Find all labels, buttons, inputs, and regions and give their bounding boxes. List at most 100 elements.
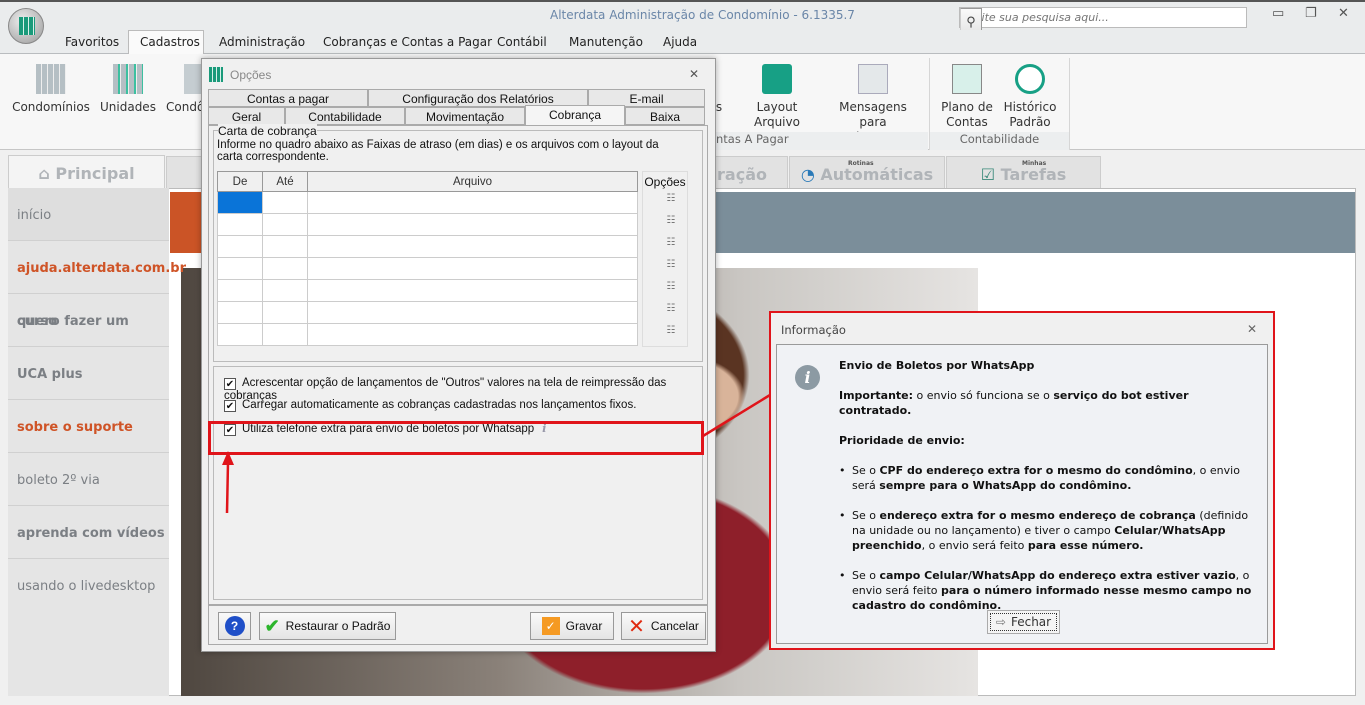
faixas-table: De Até Arquivo xyxy=(217,171,638,346)
ribbon-plano-contas[interactable]: Plano de Contas xyxy=(940,60,994,130)
table-cell[interactable] xyxy=(307,301,638,324)
menu-favoritos[interactable]: Favoritos xyxy=(65,35,119,49)
sidebar-item-inicio[interactable]: início xyxy=(8,188,169,241)
table-cell[interactable] xyxy=(307,191,638,214)
table-cell[interactable] xyxy=(262,213,308,236)
table-cell[interactable] xyxy=(307,279,638,302)
close-button[interactable]: ⇨ Fechar xyxy=(987,610,1060,634)
menu-cadastros[interactable]: Cadastros xyxy=(140,35,200,49)
table-row[interactable] xyxy=(217,257,638,280)
ribbon-unidades[interactable]: Unidades xyxy=(100,60,156,115)
table-cell[interactable] xyxy=(262,235,308,258)
menu-ajuda[interactable]: Ajuda xyxy=(663,35,697,49)
table-cell[interactable] xyxy=(217,257,263,280)
checkbox-icon: ☑ xyxy=(980,165,1001,184)
carta-cobranca-group: Carta de cobrança Informe no quadro abai… xyxy=(213,124,703,362)
rule-1: Se o CPF do endereço extra for o mesmo d… xyxy=(839,463,1259,493)
checkbox-carregar[interactable]: ✔ Carregar automaticamente as cobranças c… xyxy=(224,399,636,412)
tab-contabilidade[interactable]: Contabilidade xyxy=(285,107,405,125)
table-cell[interactable] xyxy=(262,279,308,302)
sidebar-item-livedesktop[interactable]: usando o livedesktop xyxy=(8,559,169,612)
ribbon-historico[interactable]: Histórico Padrão xyxy=(1002,60,1058,130)
close-icon[interactable]: ✕ xyxy=(689,67,699,81)
tab-geral[interactable]: Geral xyxy=(208,107,285,125)
table-row[interactable] xyxy=(217,235,638,258)
row-options-button[interactable]: ☷ xyxy=(662,259,680,277)
app-title: Alterdata Administração de Condomínio - … xyxy=(550,8,855,22)
envelope-icon xyxy=(858,64,888,94)
table-cell[interactable] xyxy=(262,301,308,324)
menu-manutencao[interactable]: Manutenção xyxy=(569,35,643,49)
search-input[interactable] xyxy=(960,8,1246,27)
table-row[interactable] xyxy=(217,191,638,214)
list-icon xyxy=(952,64,982,94)
checkbox-icon[interactable]: ✔ xyxy=(224,378,236,390)
table-cell[interactable] xyxy=(262,191,308,214)
table-cell[interactable] xyxy=(217,213,263,236)
menu-administracao[interactable]: Administração xyxy=(219,35,305,49)
menu-contabil[interactable]: Contábil xyxy=(497,35,547,49)
row-options-button[interactable]: ☷ xyxy=(662,193,680,211)
cancel-button[interactable]: ✕ Cancelar xyxy=(621,612,706,640)
restore-icon[interactable]: ❐ xyxy=(1305,6,1317,21)
row-options-button[interactable]: ☷ xyxy=(662,215,680,233)
minimize-icon[interactable]: ▭ xyxy=(1272,6,1284,21)
app-logo[interactable] xyxy=(8,8,44,44)
tab-cobranca[interactable]: Cobrança xyxy=(525,105,625,125)
info-dialog: Informação ✕ i Envio de Boletos por What… xyxy=(769,311,1275,650)
tab-movimentacao[interactable]: Movimentação xyxy=(405,107,525,125)
table-cell[interactable] xyxy=(307,235,638,258)
sidebar-item-curso[interactable]: quero fazer um curso xyxy=(8,294,169,347)
row-options-button[interactable]: ☷ xyxy=(662,325,680,343)
tab-tarefas[interactable]: ☑ Minhas Tarefas xyxy=(946,156,1101,190)
ribbon-condominios[interactable]: Condomínios xyxy=(12,60,90,115)
search-box[interactable]: ⚲ xyxy=(959,7,1247,36)
group-contabilidade: Contabilidade xyxy=(930,132,1069,150)
table-row[interactable] xyxy=(217,213,638,236)
sidebar-item-ajuda[interactable]: ajuda.alterdata.com.br xyxy=(8,241,186,294)
group-contas-pagar: ntas A Pagar xyxy=(716,132,928,150)
clock-icon xyxy=(1015,64,1045,94)
row-options-button[interactable]: ☷ xyxy=(662,237,680,255)
home-icon: ⌂ xyxy=(38,164,56,183)
table-cell[interactable] xyxy=(307,323,638,346)
sidebar-item-boleto[interactable]: boleto 2º via xyxy=(8,453,169,506)
table-cell[interactable] xyxy=(307,213,638,236)
tab-contas-pagar[interactable]: Contas a pagar xyxy=(208,89,368,107)
table-row[interactable] xyxy=(217,323,638,346)
ribbon-condominos[interactable]: Condô xyxy=(166,60,202,115)
close-icon[interactable]: ✕ xyxy=(1247,322,1257,336)
sidebar-item-videos[interactable]: aprenda com vídeos xyxy=(8,506,169,559)
checkbox-icon[interactable]: ✔ xyxy=(224,400,236,412)
options-dialog: Opções ✕ Contas a pagar Configuração dos… xyxy=(201,58,716,652)
tab-rotinas[interactable]: ◔ Rotinas Automáticas xyxy=(789,156,945,190)
building-icon xyxy=(36,64,66,94)
table-cell[interactable] xyxy=(262,257,308,280)
building-icon xyxy=(184,64,202,94)
table-row[interactable] xyxy=(217,301,638,324)
row-options-button[interactable]: ☷ xyxy=(662,303,680,321)
dialog-title: Opções xyxy=(230,68,272,82)
cobranca-panel: Carta de cobrança Informe no quadro abai… xyxy=(208,124,708,605)
table-cell[interactable] xyxy=(217,191,263,214)
help-button[interactable]: ? xyxy=(218,612,251,640)
close-icon[interactable]: ✕ xyxy=(1338,6,1349,21)
info-message: Envio de Boletos por WhatsApp Importante… xyxy=(839,358,1259,628)
save-button[interactable]: ✓ Gravar xyxy=(530,612,614,640)
tab-baixa[interactable]: Baixa xyxy=(625,107,705,125)
rule-3: Se o campo Celular/WhatsApp do endereço … xyxy=(839,568,1259,613)
table-cell[interactable] xyxy=(217,301,263,324)
menu-cobrancas[interactable]: Cobranças e Contas a Pagar xyxy=(323,35,492,49)
table-cell[interactable] xyxy=(217,279,263,302)
tab-principal[interactable]: ⌂ Principal xyxy=(8,155,165,191)
table-row[interactable] xyxy=(217,279,638,302)
sidebar-item-uca-plus[interactable]: UCA plus xyxy=(8,347,169,400)
table-cell[interactable] xyxy=(217,235,263,258)
row-options-button[interactable]: ☷ xyxy=(662,281,680,299)
table-cell[interactable] xyxy=(217,323,263,346)
building-icon xyxy=(209,67,223,82)
table-cell[interactable] xyxy=(307,257,638,280)
table-cell[interactable] xyxy=(262,323,308,346)
sidebar-item-suporte[interactable]: sobre o suporte xyxy=(8,400,169,453)
restore-default-button[interactable]: ✔ Restaurar o Padrão xyxy=(259,612,396,640)
